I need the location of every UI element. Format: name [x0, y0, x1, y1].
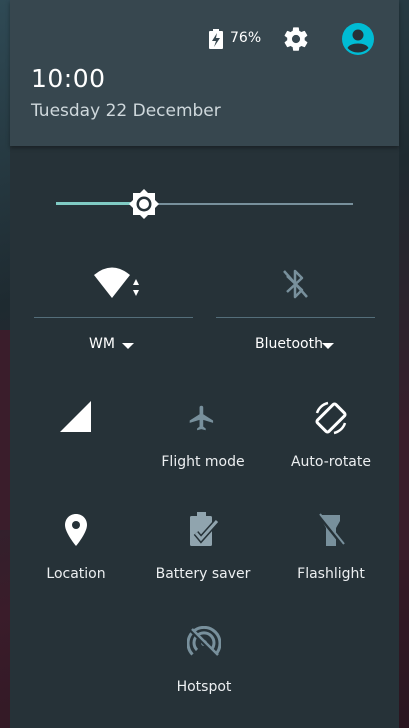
- brightness-thumb-icon[interactable]: [127, 187, 161, 221]
- wifi-icon[interactable]: [92, 266, 146, 302]
- tile-label-flashlight[interactable]: Flashlight: [267, 566, 395, 582]
- wifi-dropdown-caret-icon[interactable]: [122, 343, 134, 349]
- bluetooth-dropdown-caret-icon[interactable]: [322, 343, 334, 349]
- tile-label-auto-rotate[interactable]: Auto-rotate: [267, 454, 395, 470]
- auto-rotate-icon[interactable]: [312, 399, 350, 437]
- tile-label-hotspot[interactable]: Hotspot: [140, 679, 268, 695]
- bluetooth-label[interactable]: Bluetooth: [255, 336, 323, 352]
- clock-date: Tuesday 22 December: [31, 101, 221, 121]
- tile-label-location[interactable]: Location: [12, 566, 140, 582]
- cell-signal-icon[interactable]: [60, 401, 91, 432]
- clock-time: 10:00: [31, 64, 106, 93]
- bluetooth-divider: [216, 317, 375, 318]
- airplane-icon[interactable]: [187, 402, 217, 434]
- location-icon[interactable]: [64, 513, 88, 547]
- battery-percent: 76%: [230, 30, 262, 46]
- tile-label-flight-mode[interactable]: Flight mode: [139, 454, 267, 470]
- battery-charging-icon: [209, 29, 223, 49]
- user-avatar-icon[interactable]: [341, 22, 375, 56]
- wifi-network-label[interactable]: WM: [89, 336, 115, 352]
- battery-saver-icon[interactable]: [188, 511, 220, 547]
- flashlight-icon[interactable]: [317, 513, 345, 547]
- bluetooth-off-icon[interactable]: [280, 266, 310, 302]
- settings-gear-icon[interactable]: [282, 25, 310, 53]
- tile-label-battery-saver[interactable]: Battery saver: [139, 566, 267, 582]
- hotspot-icon[interactable]: [187, 626, 221, 660]
- wifi-divider: [34, 317, 193, 318]
